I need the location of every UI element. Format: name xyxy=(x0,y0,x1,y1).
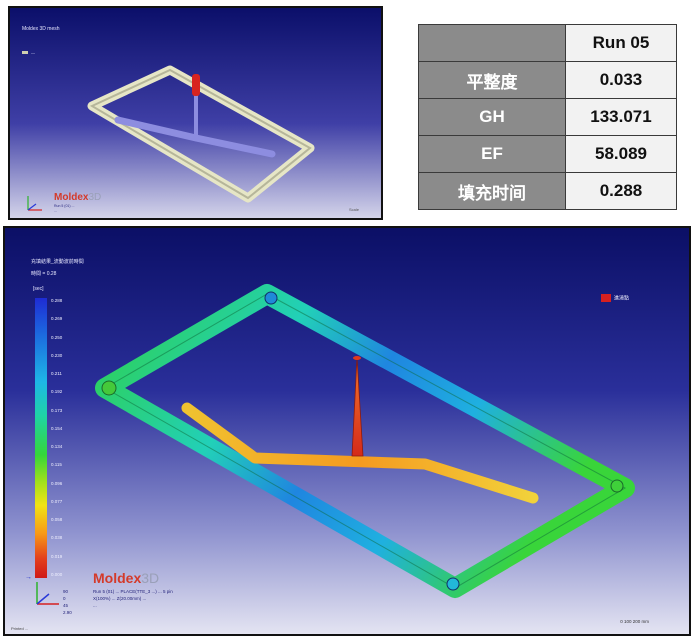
fill-result-viewport[interactable]: 充填結果_流動波前時間 時間 = 0.28 [sec] 0.288 0.269 0.… xyxy=(3,226,691,636)
brand-sub: 3D xyxy=(88,192,102,203)
axis-triad-icon xyxy=(27,196,42,211)
run-info: Run 5 (01) ... ... xyxy=(54,204,74,214)
metric-value: 0.288 xyxy=(565,172,677,210)
moldex-logo: Moldex3D xyxy=(93,570,159,586)
run-info-line: X(100%) ... Z(20.00mm) ... xyxy=(93,596,147,601)
view-stat: 45 xyxy=(63,603,69,608)
run-info-line: Run 5 (01) ... xyxy=(54,204,75,208)
mesh-preview-viewport[interactable]: Moldex 3D mesh — Moldex3D Run 5 (01) ...… xyxy=(8,6,383,220)
metric-label: 平整度 xyxy=(418,61,566,99)
metric-value: 0.033 xyxy=(565,61,677,99)
metric-label: 填充时间 xyxy=(418,172,566,210)
table-row: 填充时间 0.288 xyxy=(418,172,677,210)
table-row: Run 05 xyxy=(418,24,677,62)
metric-label: GH xyxy=(418,98,566,136)
brand-sub: 3D xyxy=(141,570,160,586)
metric-label: EF xyxy=(418,135,566,173)
axis-triad-icon xyxy=(36,582,59,605)
footer-text: Printed ... xyxy=(11,626,29,631)
results-table: Run 05 平整度 0.033 GH 133.071 EF 58.089 填充… xyxy=(418,24,677,210)
table-row: EF 58.089 xyxy=(418,135,677,173)
view-stat: 90 xyxy=(63,589,69,594)
metric-value: 58.089 xyxy=(565,135,677,173)
scale-bar: Scale xyxy=(348,207,359,212)
brand-main: Moldex xyxy=(54,192,89,203)
table-row: 平整度 0.033 xyxy=(418,61,677,99)
view-stats: 90 0 45 2.90 xyxy=(63,588,72,616)
run-info-line: Run 5 (01) ... PLACE(TTE_3 ...) ... 5 pi… xyxy=(93,589,173,594)
run-info: Run 5 (01) ... PLACE(TTE_3 ...) ... 5 pi… xyxy=(93,588,173,609)
table-row: GH 133.071 xyxy=(418,98,677,136)
scale-bar: 0 100 200 mm xyxy=(620,619,649,624)
view-stat: 0 xyxy=(63,596,66,601)
view-stat: 2.90 xyxy=(63,610,72,615)
run-info-line: ... xyxy=(54,209,57,213)
run-info-line: ... xyxy=(93,603,97,608)
metric-value: 133.071 xyxy=(565,98,677,136)
brand-main: Moldex xyxy=(93,570,142,586)
table-corner-cell xyxy=(418,24,566,62)
moldex-logo: Moldex3D xyxy=(54,192,101,203)
run-header-cell: Run 05 xyxy=(565,24,677,62)
mesh-part-model xyxy=(87,65,315,203)
